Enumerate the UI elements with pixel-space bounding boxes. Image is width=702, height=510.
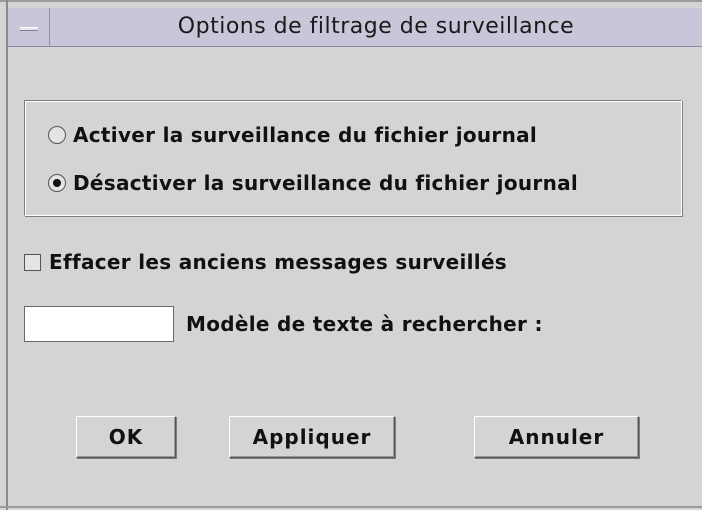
cancel-button[interactable]: Annuler	[474, 416, 639, 458]
ok-button[interactable]: OK	[76, 416, 176, 458]
title-bar[interactable]: Options de filtrage de surveillance	[8, 8, 702, 47]
radio-option-enable[interactable]: Activer la surveillance du fichier journ…	[48, 123, 537, 147]
clear-old-messages-label: Effacer les anciens messages surveillés	[49, 250, 508, 274]
window-menu-icon	[20, 27, 38, 31]
clear-old-messages-option[interactable]: Effacer les anciens messages surveillés	[24, 250, 507, 274]
apply-button[interactable]: Appliquer	[229, 416, 395, 458]
radio-enable-label: Activer la surveillance du fichier journ…	[73, 123, 538, 147]
radio-disable-label: Désactiver la surveillance du fichier jo…	[73, 171, 579, 195]
window-frame-bottom	[0, 506, 702, 508]
search-pattern-input[interactable]	[24, 306, 174, 342]
window-title: Options de filtrage de surveillance	[177, 14, 575, 39]
radio-enable-monitoring[interactable]	[48, 126, 66, 144]
clear-old-messages-checkbox[interactable]	[24, 253, 41, 271]
radio-disable-monitoring[interactable]	[48, 174, 66, 192]
search-pattern-label-row: Modèle de texte à rechercher :	[186, 312, 543, 336]
radio-option-disable[interactable]: Désactiver la surveillance du fichier jo…	[48, 171, 578, 195]
search-pattern-label: Modèle de texte à rechercher :	[186, 312, 543, 336]
window-menu-button[interactable]	[8, 8, 50, 46]
window-frame-left	[6, 0, 8, 510]
dialog-window: Options de filtrage de surveillance Acti…	[0, 0, 702, 510]
window-frame-top	[0, 0, 702, 2]
monitoring-mode-group	[24, 100, 682, 216]
